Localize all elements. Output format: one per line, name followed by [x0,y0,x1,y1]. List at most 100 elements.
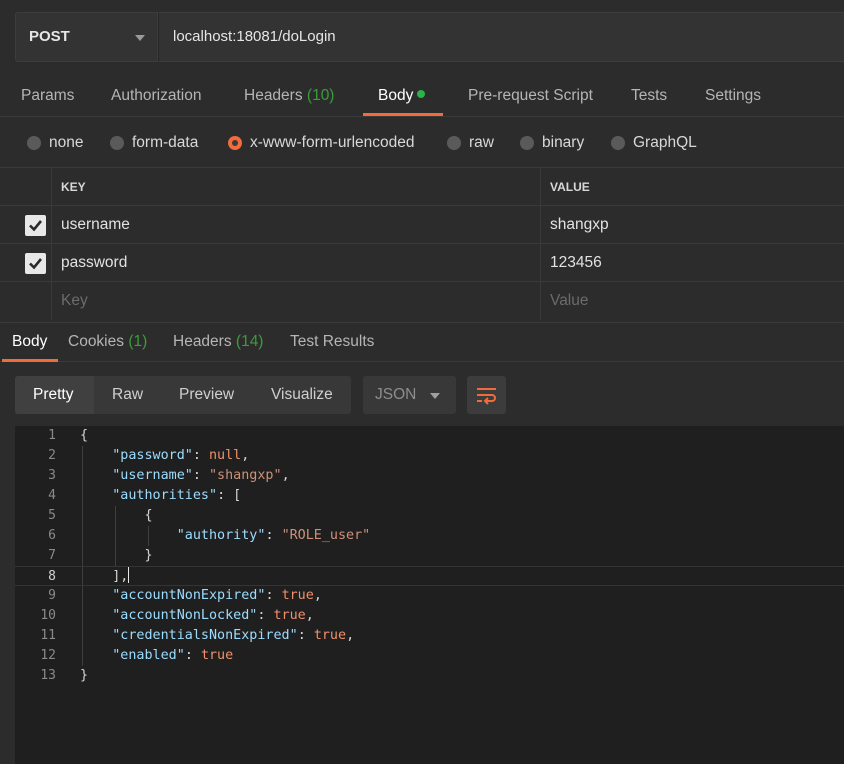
row-checkbox[interactable] [25,215,46,236]
method-label: POST [29,28,70,45]
line-number: 5 [48,508,56,523]
response-tab-body[interactable]: Body [12,333,47,351]
line-number: 12 [40,648,56,663]
response-tab-test-results[interactable]: Test Results [290,333,374,351]
response-tab-cookies[interactable]: Cookies (1) [68,333,147,351]
url-text: localhost:18081/doLogin [173,28,336,45]
view-raw-button[interactable]: Raw [112,386,143,404]
code-line: 3 "username": "shangxp", [15,466,844,486]
line-number: 10 [40,608,56,623]
line-number: 4 [48,488,56,503]
json-value: "shangxp" [209,468,282,483]
response-toolbar: Pretty Raw Preview Visualize JSON [0,362,844,426]
line-number: 9 [48,588,56,603]
tab-settings[interactable]: Settings [705,87,761,105]
method-select[interactable]: POST [15,12,158,62]
json-value: true [200,648,234,663]
radio-circle-icon [520,136,534,150]
response-tab-headers[interactable]: Headers (14) [173,333,263,351]
line-number: 11 [40,628,56,643]
json-value: true [273,608,306,623]
wrap-lines-button[interactable] [467,376,506,414]
new-value-input[interactable]: Value [550,292,589,310]
json-key: "authority" [176,528,266,543]
chevron-down-icon [135,35,145,41]
radio-none[interactable]: none [27,134,83,152]
format-label: JSON [375,386,417,403]
wrap-lines-icon [477,388,496,405]
radio-circle-icon [110,136,124,150]
tab-body[interactable]: Body [378,87,426,105]
radio-graphql[interactable]: GraphQL [611,134,697,152]
table-row: password 123456 [0,244,844,282]
line-number: 8 [48,569,56,584]
tab-params[interactable]: Params [21,87,74,105]
json-key: "enabled" [112,648,185,663]
response-headers-count: (14) [235,333,264,350]
code-line: 12 "enabled": true [15,646,844,666]
tab-tests[interactable]: Tests [631,87,667,105]
json-key: "accountNonExpired" [112,588,266,603]
code-line: 4 "authorities": [ [15,486,844,506]
tab-pre-request-script[interactable]: Pre-request Script [468,87,593,105]
request-bar: POST localhost:18081/doLogin [0,0,844,77]
radio-circle-icon [27,136,41,150]
json-value: true [313,628,347,643]
json-value: true [281,588,314,603]
table-row: username shangxp [0,206,844,244]
radio-x-www-form-urlencoded[interactable]: x-www-form-urlencoded [228,134,415,152]
checkmark-icon [29,258,43,270]
param-value[interactable]: shangxp [550,216,609,234]
code-line: 5 { [15,506,844,526]
view-visualize-button[interactable]: Visualize [271,386,333,404]
radio-binary[interactable]: binary [520,134,584,152]
active-tab-indicator [363,113,443,116]
cookies-count: (1) [128,333,148,350]
json-value: "ROLE_user" [281,528,371,543]
column-header-value: VALUE [550,180,590,194]
row-checkbox[interactable] [25,253,46,274]
json-key: "username" [112,468,193,483]
checkmark-icon [29,220,43,232]
text-cursor [128,567,130,583]
table-header: KEY VALUE [0,168,844,206]
json-key: "password" [112,448,193,463]
code-line-current: 8 ], [15,566,844,586]
json-key: "authorities" [112,488,218,503]
params-table: KEY VALUE username shangxp password 1234… [0,167,844,322]
json-key: "accountNonLocked" [112,608,258,623]
param-value[interactable]: 123456 [550,254,602,272]
body-type-radios: none form-data x-www-form-urlencoded raw… [0,118,844,167]
code-line: 13 } [15,666,844,686]
view-pretty-button[interactable]: Pretty [33,386,73,404]
table-row-new: Key Value [0,282,844,320]
request-tabs: Params Authorization Headers (10) Body P… [0,77,844,117]
tab-headers[interactable]: Headers (10) [244,87,334,105]
view-preview-button[interactable]: Preview [179,386,234,404]
new-key-input[interactable]: Key [61,292,88,310]
radio-selected-icon [228,136,242,150]
response-tabs: Body Cookies (1) Headers (14) Test Resul… [0,322,844,362]
line-number: 7 [48,548,56,563]
radio-raw[interactable]: raw [447,134,494,152]
radio-circle-icon [447,136,461,150]
url-input[interactable]: localhost:18081/doLogin [158,12,844,62]
code-line: 11 "credentialsNonExpired": true, [15,626,844,646]
line-number: 6 [48,528,56,543]
headers-count: (10) [306,87,335,104]
column-header-key: KEY [61,180,86,194]
code-line: 7 } [15,546,844,566]
format-select[interactable]: JSON [363,376,456,414]
param-key[interactable]: password [61,254,127,272]
param-key[interactable]: username [61,216,130,234]
line-number: 3 [48,468,56,483]
json-key: "credentialsNonExpired" [112,628,298,643]
tab-authorization[interactable]: Authorization [111,87,201,105]
response-body-editor[interactable]: 1 { 2 "password": null, 3 "username": "s… [15,426,844,764]
chevron-down-icon [430,393,440,399]
radio-form-data[interactable]: form-data [110,134,198,152]
code-line: 1 { [15,426,844,446]
code-line: 6 "authority": "ROLE_user" [15,526,844,546]
code-line: 10 "accountNonLocked": true, [15,606,844,626]
body-status-dot-icon [417,90,426,98]
